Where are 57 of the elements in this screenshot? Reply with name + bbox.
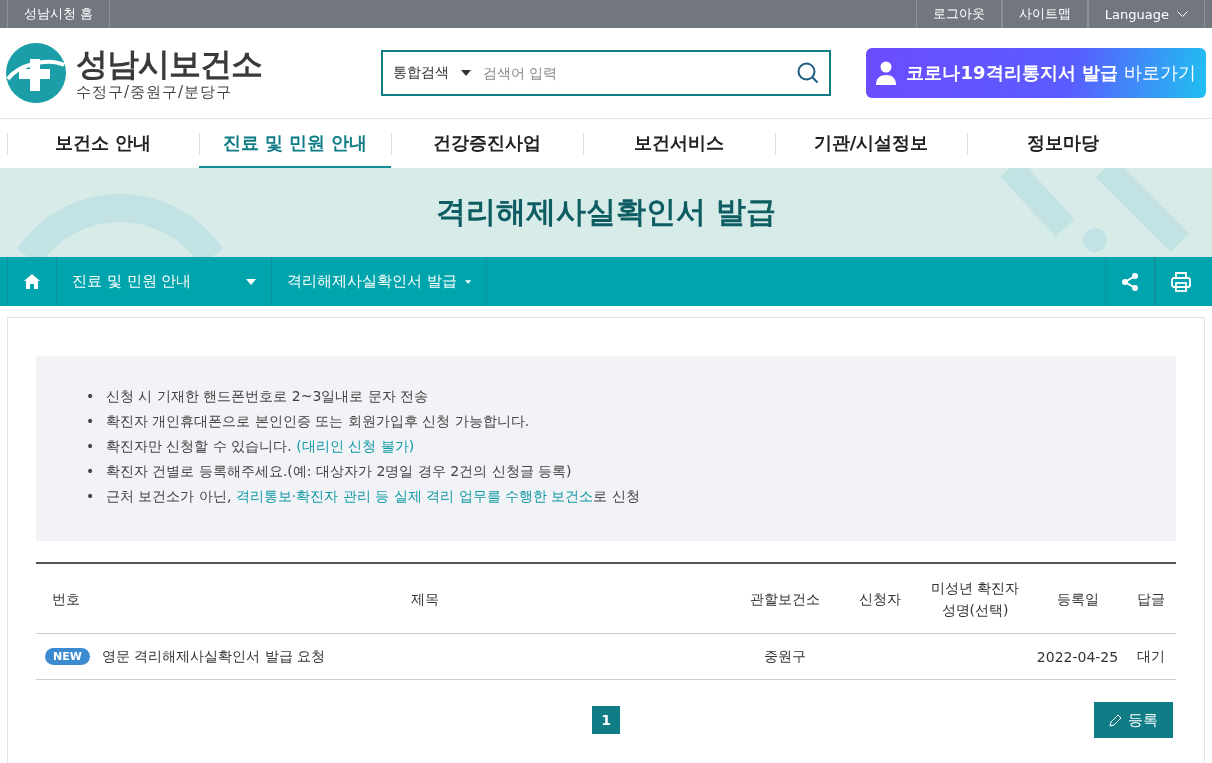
notice-text: 확진자 개인휴대폰으로 본인인증 또는 회원가입후 신청 가능합니다. — [106, 413, 530, 429]
nav-tab[interactable]: 정보마당 — [967, 119, 1159, 168]
column-header: 관할보건소 — [749, 589, 821, 609]
chevron-down-icon — [1177, 11, 1188, 17]
bullet-mark: • — [86, 462, 96, 481]
table-cell-text: 중원구 — [763, 647, 807, 666]
nav-tab[interactable]: 기관/시설정보 — [775, 119, 967, 168]
post-title-link[interactable]: 영문 격리해제사실확인서 발급 요청 — [101, 647, 326, 666]
home-icon — [24, 274, 40, 289]
notice-text: 로 신청 — [593, 488, 640, 504]
new-badge: NEW — [45, 648, 90, 665]
breadcrumb-dropdown[interactable]: 진료 및 민원 안내 — [57, 257, 272, 306]
bullet-mark: • — [86, 487, 96, 506]
bullet-mark: • — [86, 437, 96, 456]
column-header: 제목 — [410, 589, 440, 609]
search-icon[interactable] — [797, 62, 819, 84]
caret-icon — [246, 278, 256, 285]
column-header: 답글 — [1135, 589, 1166, 609]
bullet-mark: • — [86, 387, 96, 406]
notice-text: 근처 보건소가 아닌, — [106, 488, 233, 504]
register-button[interactable]: 등록 — [1094, 702, 1173, 738]
home-button[interactable] — [7, 257, 57, 306]
table-cell-text: 2022-04-25 — [1035, 648, 1120, 665]
share-button[interactable] — [1105, 257, 1155, 306]
notice-link[interactable]: 격리통보·확진자 관리 등 실제 격리 업무를 수행한 보건소 — [235, 488, 594, 504]
column-header: 등록일 — [1055, 589, 1100, 609]
table-cell-text: 대기 — [1135, 647, 1166, 666]
bullet-mark: • — [86, 412, 96, 431]
site-subtitle: 수정구/중원구/분당구 — [76, 82, 234, 102]
column-header: 신청자 — [858, 589, 902, 609]
nav-tab[interactable]: 보건소 안내 — [7, 119, 199, 168]
print-icon — [1169, 270, 1192, 293]
pencil-icon — [1109, 713, 1123, 727]
person-icon — [876, 61, 897, 85]
notice-text: 확진자 건별로 등록해주세요.(예: 대상자가 2명일 경우 2건의 신청글 등록) — [106, 463, 572, 479]
logo-cross-icon — [6, 43, 66, 103]
notice-text: 신청 시 기재한 핸드폰번호로 2~3일내로 문자 전송 — [106, 388, 429, 404]
site-title: 성남시보건소 — [76, 44, 262, 83]
search-scope-dropdown[interactable]: 통합검색 — [393, 64, 471, 82]
page-button[interactable]: 1 — [592, 706, 620, 734]
top-link[interactable]: 로그아웃 — [915, 0, 1002, 28]
notice-link[interactable]: (대리인 신청 불가) — [296, 438, 415, 454]
column-header: 번호 — [51, 589, 81, 609]
breadcrumb-dropdown[interactable]: 격리해제사실확인서 발급 — [272, 257, 487, 306]
page-title: 격리해제사실확인서 발급 — [435, 193, 777, 231]
nav-tab[interactable]: 건강증진사업 — [391, 119, 583, 168]
promo-button[interactable]: 코로나19격리통지서 발급 바로가기 — [866, 48, 1206, 98]
search-field[interactable]: 통합검색 검색어 입력 — [381, 50, 831, 96]
top-link[interactable]: 사이트맵 — [1001, 0, 1088, 28]
caret-icon — [464, 278, 471, 285]
share-icon — [1120, 271, 1140, 292]
notice-text: 확진자만 신청할 수 있습니다. — [106, 438, 293, 454]
language-dropdown[interactable]: Language — [1087, 0, 1205, 28]
nav-tab[interactable]: 보건서비스 — [583, 119, 775, 168]
caret-icon — [461, 70, 471, 76]
top-link[interactable]: 성남시청 홈 — [7, 0, 111, 28]
column-header: 미성년 확진자 성명(선택) — [929, 578, 1021, 620]
